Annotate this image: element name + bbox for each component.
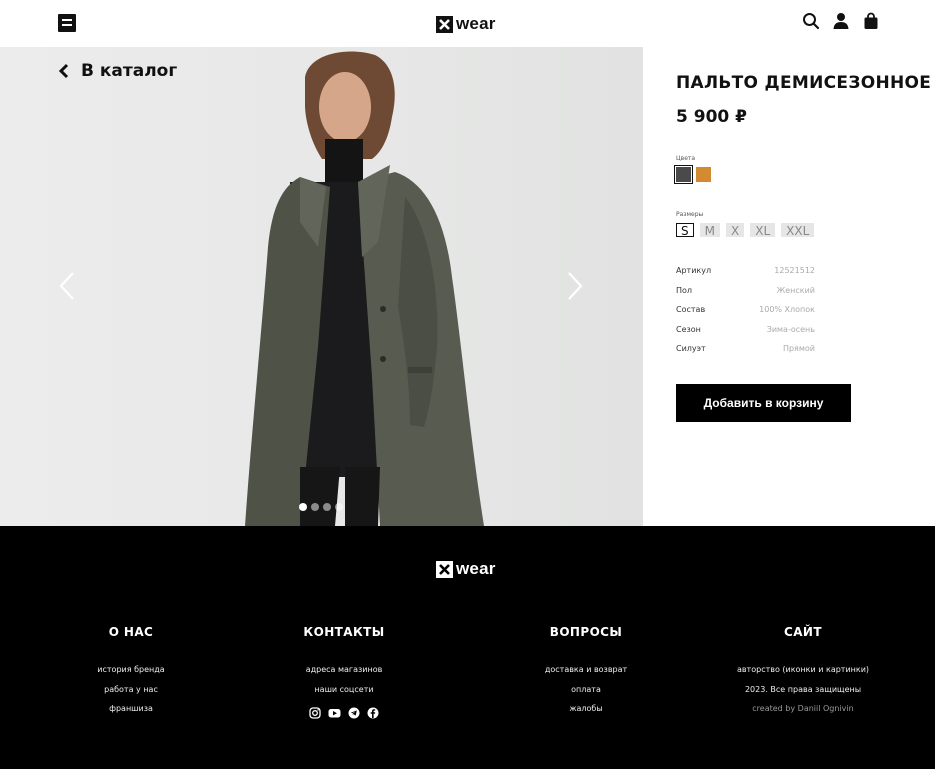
footer-column-title: О НАС xyxy=(108,625,154,639)
logo-mark-icon xyxy=(436,560,453,578)
color-swatches xyxy=(674,165,711,184)
product-details: ПАЛЬТО ДЕМИСЕЗОННОЕ 5 900 ₽ Цвета Размер… xyxy=(643,47,935,526)
colors-caption: Цвета xyxy=(676,155,696,162)
bag-icon[interactable] xyxy=(862,12,880,30)
footer-link[interactable]: история бренда xyxy=(31,660,231,680)
slide-dot[interactable] xyxy=(323,503,331,511)
facebook-icon[interactable] xyxy=(367,704,379,723)
spec-row: Силуэт Прямой xyxy=(676,344,815,364)
next-slide-arrow-icon[interactable] xyxy=(566,271,584,301)
spec-value: Женский xyxy=(776,285,815,295)
footer-link[interactable]: оплата xyxy=(486,680,686,700)
chevron-left-icon xyxy=(58,63,69,79)
sizes-caption: Размеры xyxy=(676,211,704,218)
site-header: wear xyxy=(0,0,935,47)
slide-dot[interactable] xyxy=(335,503,343,511)
footer-column-title: САЙТ xyxy=(784,625,822,639)
spec-row: Артикул 12521512 xyxy=(676,266,815,286)
slide-dot[interactable] xyxy=(299,503,307,511)
spec-value: Прямой xyxy=(782,344,815,353)
product-gallery: В каталог xyxy=(0,47,643,526)
size-option-m[interactable]: M xyxy=(699,223,720,238)
back-to-catalog-link[interactable]: В каталог xyxy=(58,61,177,81)
search-icon[interactable] xyxy=(802,12,820,30)
add-to-cart-button[interactable]: Добавить в корзину xyxy=(676,384,851,422)
instagram-icon[interactable] xyxy=(309,704,321,723)
spec-value: 100% Хлопок xyxy=(759,305,815,314)
size-option-x[interactable]: X xyxy=(725,223,745,238)
spec-value: Зима-осень xyxy=(766,324,815,334)
footer-column-questions: ВОПРОСЫ доставка и возврат оплата жалобы xyxy=(486,625,686,719)
user-icon[interactable] xyxy=(832,12,850,30)
footer-link[interactable]: франшиза xyxy=(31,699,231,719)
spec-row: Состав 100% Хлопок xyxy=(676,305,815,325)
spec-label: Силуэт xyxy=(676,344,706,353)
spec-row: Пол Женский xyxy=(676,285,815,306)
telegram-icon[interactable] xyxy=(348,704,360,723)
logo[interactable]: wear xyxy=(436,14,496,34)
footer-link[interactable]: авторство (иконки и картинки) xyxy=(703,660,903,680)
spec-label: Артикул xyxy=(676,266,712,275)
back-label: В каталог xyxy=(81,61,178,81)
slide-indicators xyxy=(299,503,343,511)
size-options: S M X XL XXL xyxy=(676,223,815,238)
menu-icon[interactable] xyxy=(58,14,76,32)
footer-column-contacts: КОНТАКТЫ адреса магазинов наши соцсети xyxy=(244,625,444,723)
logo-mark-icon xyxy=(436,15,453,33)
slide-dot[interactable] xyxy=(311,503,319,511)
site-footer: wear О НАС история бренда работа у нас ф… xyxy=(0,526,935,769)
color-swatch-gray[interactable] xyxy=(674,165,693,184)
footer-column-title: КОНТАКТЫ xyxy=(303,625,385,639)
footer-column-about: О НАС история бренда работа у нас франши… xyxy=(31,625,231,719)
product-title: ПАЛЬТО ДЕМИСЕЗОННОЕ xyxy=(676,73,932,93)
footer-logo[interactable]: wear xyxy=(436,559,496,579)
social-icons xyxy=(244,704,444,723)
footer-column-site: САЙТ авторство (иконки и картинки) 2023.… xyxy=(703,625,903,719)
logo-text: wear xyxy=(456,14,496,33)
footer-link[interactable]: работа у нас xyxy=(31,680,231,700)
product-price: 5 900 ₽ xyxy=(676,107,747,127)
copyright-text: 2023. Все права защищены xyxy=(744,684,862,694)
footer-link[interactable]: жалобы xyxy=(486,699,686,719)
spec-label: Пол xyxy=(676,285,693,295)
product-specs: Артикул 12521512 Пол Женский Состав 100%… xyxy=(676,266,815,364)
color-swatch-mustard[interactable] xyxy=(696,167,711,182)
footer-link[interactable]: наши соцсети xyxy=(244,680,444,700)
youtube-icon[interactable] xyxy=(328,704,341,723)
product-photo-model xyxy=(245,51,484,526)
prev-slide-arrow-icon[interactable] xyxy=(58,271,76,301)
spec-value: 12521512 xyxy=(774,266,815,275)
spec-label: Состав xyxy=(676,305,706,314)
footer-column-title: ВОПРОСЫ xyxy=(549,625,623,639)
spec-row: Сезон Зима-осень xyxy=(676,324,815,345)
spec-label: Сезон xyxy=(676,324,701,334)
size-option-s[interactable]: S xyxy=(676,223,694,238)
size-option-xl[interactable]: XL xyxy=(750,223,776,238)
footer-link[interactable]: адреса магазинов xyxy=(244,660,444,680)
footer-link[interactable]: доставка и возврат xyxy=(486,660,686,680)
logo-text: wear xyxy=(456,559,496,578)
size-option-xxl[interactable]: XXL xyxy=(781,223,815,238)
credit-text: created by Daniil Ognivin xyxy=(752,704,854,713)
